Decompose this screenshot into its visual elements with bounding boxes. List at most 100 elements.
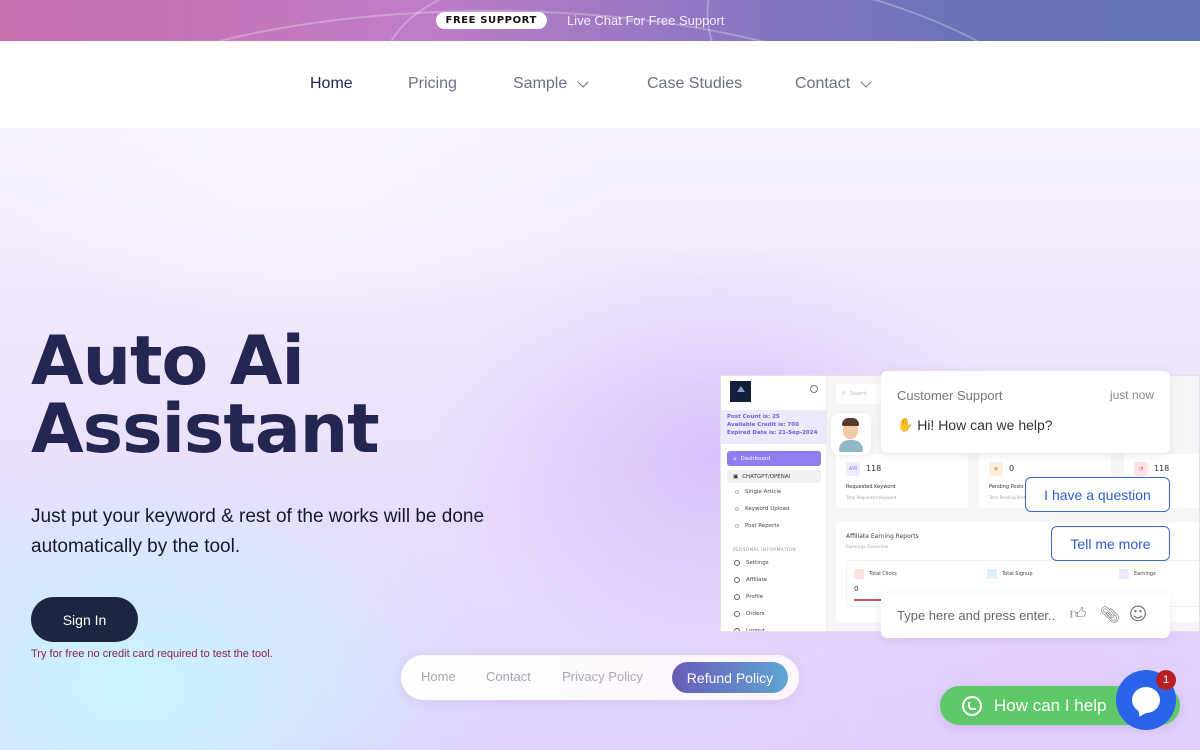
nav-pricing-label: Pricing <box>408 75 457 92</box>
footer-link-refund[interactable]: Refund Policy <box>672 662 788 693</box>
stat-value: 118 <box>1154 464 1170 473</box>
clicks-icon <box>854 569 864 579</box>
nav-pricing[interactable]: Pricing <box>408 75 457 93</box>
footer-link-home[interactable]: Home <box>421 669 456 684</box>
stat-value: 0 <box>1009 464 1015 473</box>
footer-link-contact[interactable]: Contact <box>486 669 531 684</box>
app-logo <box>730 381 751 402</box>
expired-date: Expired Date is: 21-Sep-2024 <box>727 430 818 436</box>
chat-message-card: Customer Support just now ✋ Hi! How can … <box>881 371 1170 453</box>
emoji-icon[interactable]: ☺ <box>1128 604 1148 625</box>
dashboard-sidebar: Post Count is: 25 Available Credit is: 7… <box>721 376 827 632</box>
affiliate-subtitle: Earnings Overview <box>846 545 889 550</box>
paperclip-icon[interactable]: 📎︎ <box>1100 604 1120 624</box>
whatsapp-label: How can I help <box>994 695 1107 715</box>
refresh-icon <box>734 577 740 583</box>
bullet-icon <box>735 507 739 511</box>
nav-contact[interactable]: Contact <box>795 75 872 93</box>
document-icon: ▣ <box>733 473 739 480</box>
hero-title-line1: Auto Ai <box>31 322 305 401</box>
submenu-item: Post Reports <box>735 523 779 529</box>
bullet-icon <box>735 490 739 494</box>
signup-icon <box>987 569 997 579</box>
menu-item: Logout <box>734 628 765 632</box>
affiliate-item: Earnings <box>1119 569 1156 579</box>
submenu-item: Keyword Upload <box>735 506 790 512</box>
hero-subtitle: Just put your keyword & rest of the work… <box>31 506 485 557</box>
waving-hand-icon: ✋ <box>897 417 914 432</box>
affiliate-item: Total Signup <box>987 569 1033 579</box>
menu-label: Settings <box>746 560 769 566</box>
chat-input-bar: 👍︎ 📎︎ ☺ <box>881 593 1170 638</box>
main-nav: Home Pricing Sample Case Studies Contact <box>0 41 1200 128</box>
submenu-label: Single Article <box>745 489 782 495</box>
menu-dashboard: ⌂ Dashboard <box>727 451 821 466</box>
affiliate-item-label: Total Signup <box>1002 571 1033 577</box>
menu-item: Affiliate <box>734 577 767 583</box>
available-credit: Available Credit is: 700 <box>727 422 799 428</box>
menu-item: Settings <box>734 560 769 566</box>
hero-section: Auto Ai Assistant Just put your keyword … <box>0 128 1200 750</box>
submenu-item: Single Article <box>735 489 781 495</box>
bullet-icon <box>735 524 739 528</box>
box-icon <box>734 611 740 617</box>
settings-icon <box>810 385 818 393</box>
affiliate-item-label: Earnings <box>1134 571 1156 577</box>
menu-chatgpt-label: CHATGPT/OPENAI <box>742 473 791 480</box>
stat-label: Pending Posts <box>989 484 1024 490</box>
affiliate-title: Affiliate Earning Reports <box>846 533 919 540</box>
stat-value: 118 <box>866 464 882 473</box>
earnings-icon <box>1119 569 1129 579</box>
chat-timestamp: just now <box>1109 388 1154 402</box>
sign-in-button[interactable]: Sign In <box>31 597 138 642</box>
quick-reply-tell-more[interactable]: Tell me more <box>1051 526 1170 561</box>
quick-reply-question[interactable]: I have a question <box>1025 477 1170 512</box>
nav-case-studies-label: Case Studies <box>647 75 743 92</box>
air-icon: AIR <box>846 462 860 476</box>
hero-title: Auto Ai Assistant <box>31 322 380 469</box>
gear-icon <box>734 560 740 566</box>
nav-home[interactable]: Home <box>310 75 353 93</box>
account-info: Post Count is: 25 Available Credit is: 7… <box>721 410 827 444</box>
clicks-value: 0 <box>854 585 859 593</box>
support-avatar <box>831 413 871 455</box>
section-label: PERSONAL INFORMATION <box>733 548 797 553</box>
menu-label: Logout <box>746 628 765 632</box>
clock-icon: ◔ <box>1134 462 1148 476</box>
thumbs-up-icon[interactable]: 👍︎ <box>1068 604 1088 624</box>
nav-case-studies[interactable]: Case Studies <box>647 75 742 93</box>
menu-dashboard-label: Dashboard <box>740 455 771 462</box>
chevron-down-icon <box>860 76 872 88</box>
chevron-down-icon <box>577 76 589 88</box>
whatsapp-icon <box>962 695 982 716</box>
affiliate-item-label: Total Clicks <box>869 571 897 577</box>
footer-link-privacy[interactable]: Privacy Policy <box>562 669 643 684</box>
menu-label: Profile <box>746 594 764 600</box>
trial-note: Try for free no credit card required to … <box>31 648 273 660</box>
menu-label: Orders <box>746 611 765 617</box>
stat-label: Requested Keyword <box>846 484 896 490</box>
stat-sub: Total Pending Posts <box>989 495 1028 500</box>
avatar-hair <box>842 418 859 426</box>
footer-nav: Home Contact Privacy Policy Refund Polic… <box>401 655 799 700</box>
nav-home-label: Home <box>310 75 353 92</box>
hero-title-line2: Assistant <box>31 390 380 469</box>
live-chat-link[interactable]: Live Chat For Free Support <box>567 13 725 28</box>
free-support-badge: FREE SUPPORT <box>435 12 547 29</box>
chat-message-input[interactable] <box>897 605 1067 625</box>
chat-sender: Customer Support <box>897 388 1003 403</box>
notification-badge: 1 <box>1156 670 1176 690</box>
chat-message-text: Hi! How can we help? <box>917 417 1053 433</box>
submenu-label: Keyword Upload <box>745 506 790 512</box>
cart-icon: ◉ <box>989 462 1003 476</box>
post-count: Post Count is: 25 <box>727 414 780 420</box>
affiliate-item: Total Clicks <box>854 569 897 579</box>
stat-sub: Total Requested Keyword <box>846 495 897 500</box>
menu-item: Orders <box>734 611 765 617</box>
logout-icon <box>734 628 740 631</box>
nav-sample[interactable]: Sample <box>513 75 589 93</box>
avatar-body <box>839 440 863 452</box>
nav-sample-label: Sample <box>513 75 568 92</box>
user-icon <box>734 594 740 600</box>
chat-message: ✋ Hi! How can we help? <box>897 417 1053 433</box>
